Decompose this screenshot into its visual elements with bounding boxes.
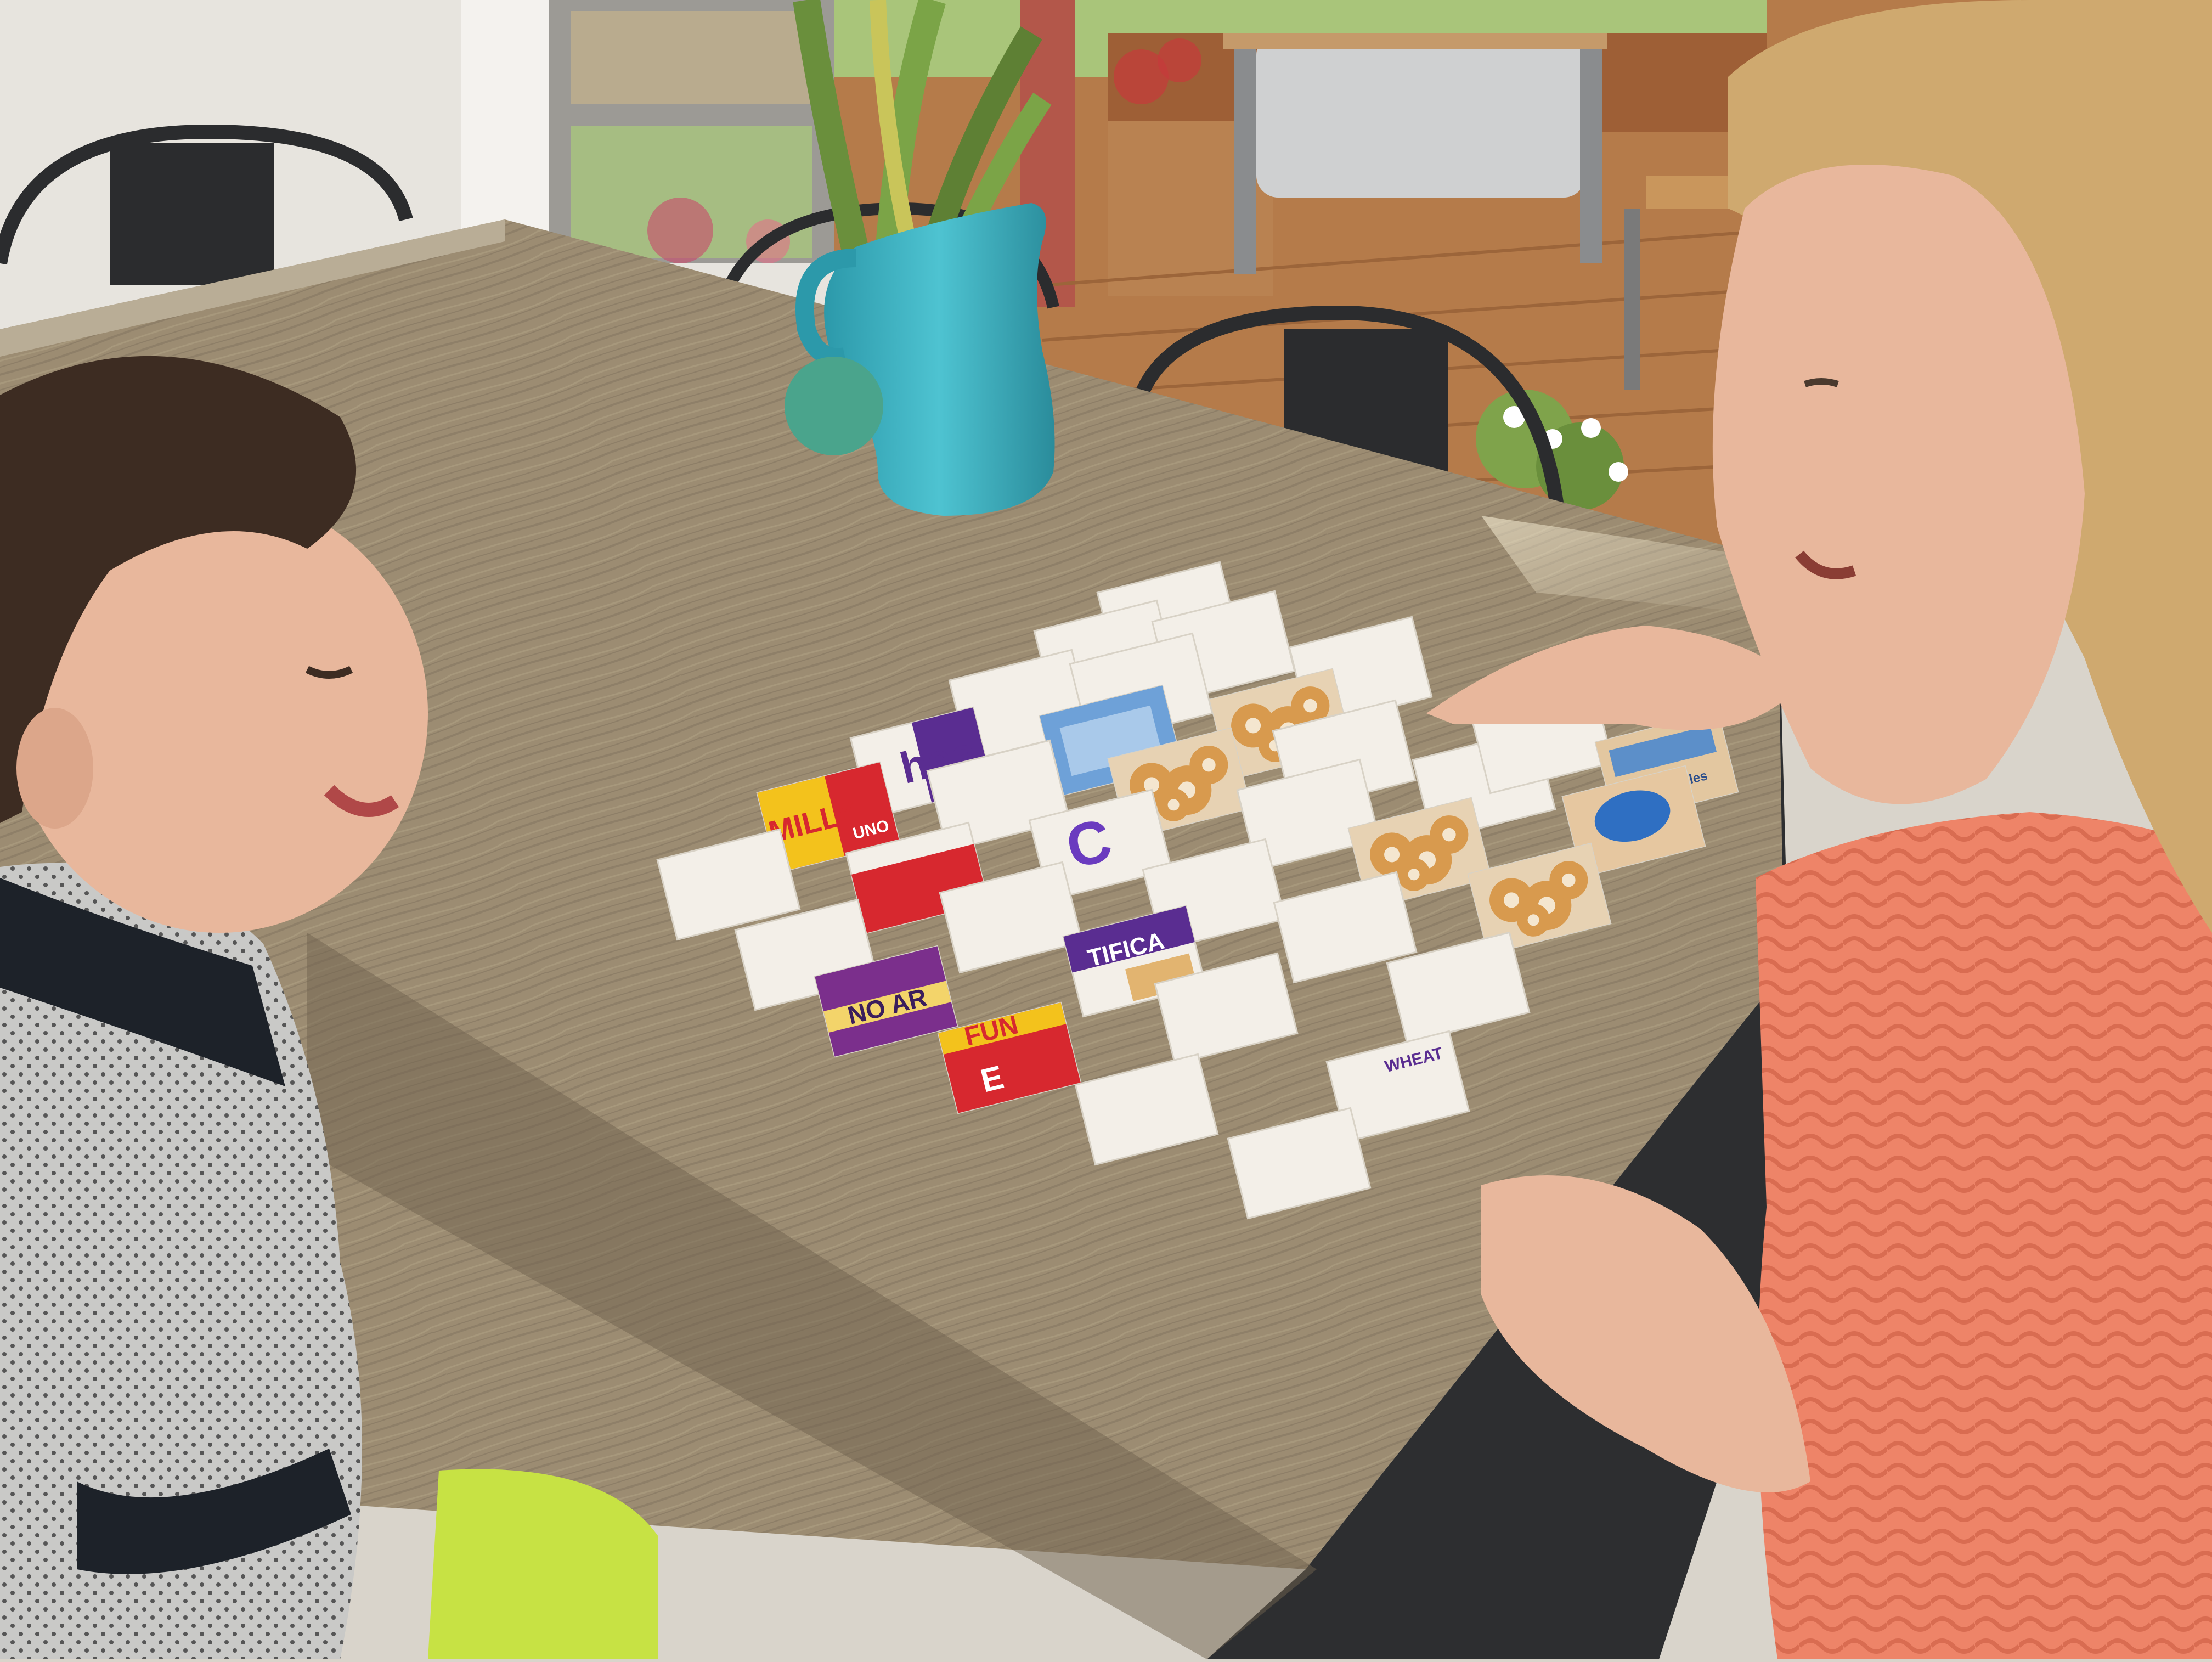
woman-sweater (1756, 812, 2212, 1659)
boy-ear (16, 708, 93, 829)
woman-eye (1804, 378, 1839, 387)
photo-scene: heeice·BubblesMILLYUNOCTIFICANO ARFUNEWH… (0, 0, 2212, 1659)
small-green-cup (785, 357, 883, 455)
